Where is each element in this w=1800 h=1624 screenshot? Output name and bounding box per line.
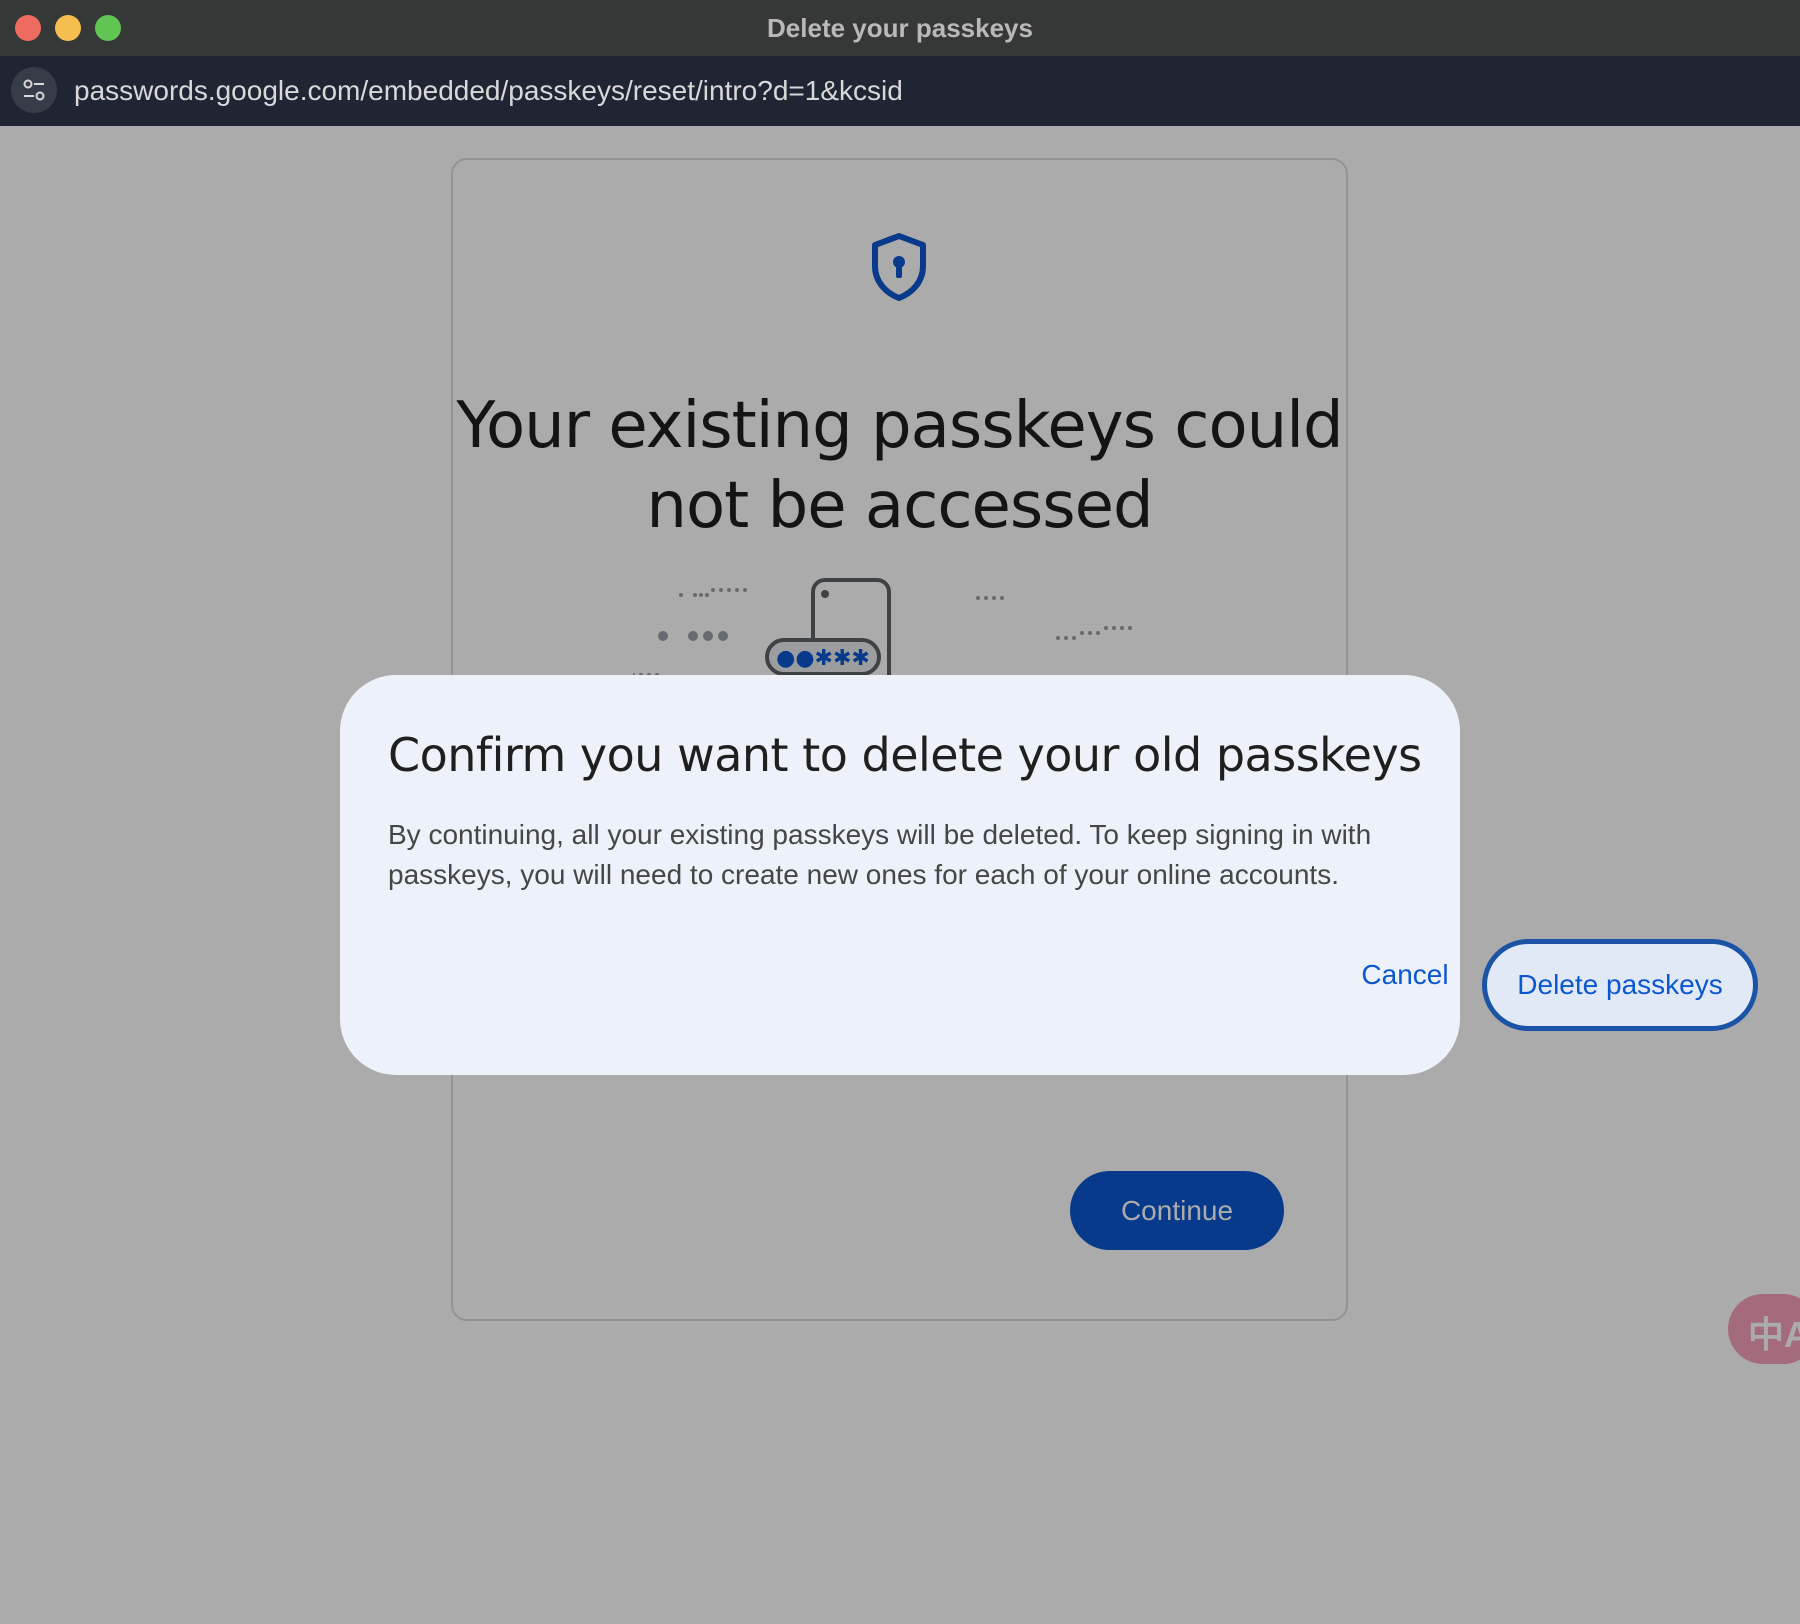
site-settings-button[interactable]: [11, 67, 57, 113]
window-title: Delete your passkeys: [767, 13, 1033, 43]
address-bar: passwords.google.com/embedded/passkeys/r…: [0, 56, 1800, 126]
dialog-body: By continuing, all your existing passkey…: [388, 819, 1372, 890]
title-bar: Delete your passkeys: [0, 0, 1800, 57]
browser-window: Delete your passkeys passwords.google.co…: [0, 0, 1800, 1624]
dialog-title: Confirm you want to delete your old pass…: [388, 728, 1422, 782]
confirm-delete-dialog: Confirm you want to delete your old pass…: [340, 675, 1758, 1075]
cancel-button[interactable]: Cancel: [1340, 945, 1470, 1005]
delete-passkeys-button[interactable]: Delete passkeys: [1482, 939, 1758, 1031]
url-text[interactable]: passwords.google.com/embedded/passkeys/r…: [74, 56, 903, 126]
tune-icon: [23, 79, 45, 101]
